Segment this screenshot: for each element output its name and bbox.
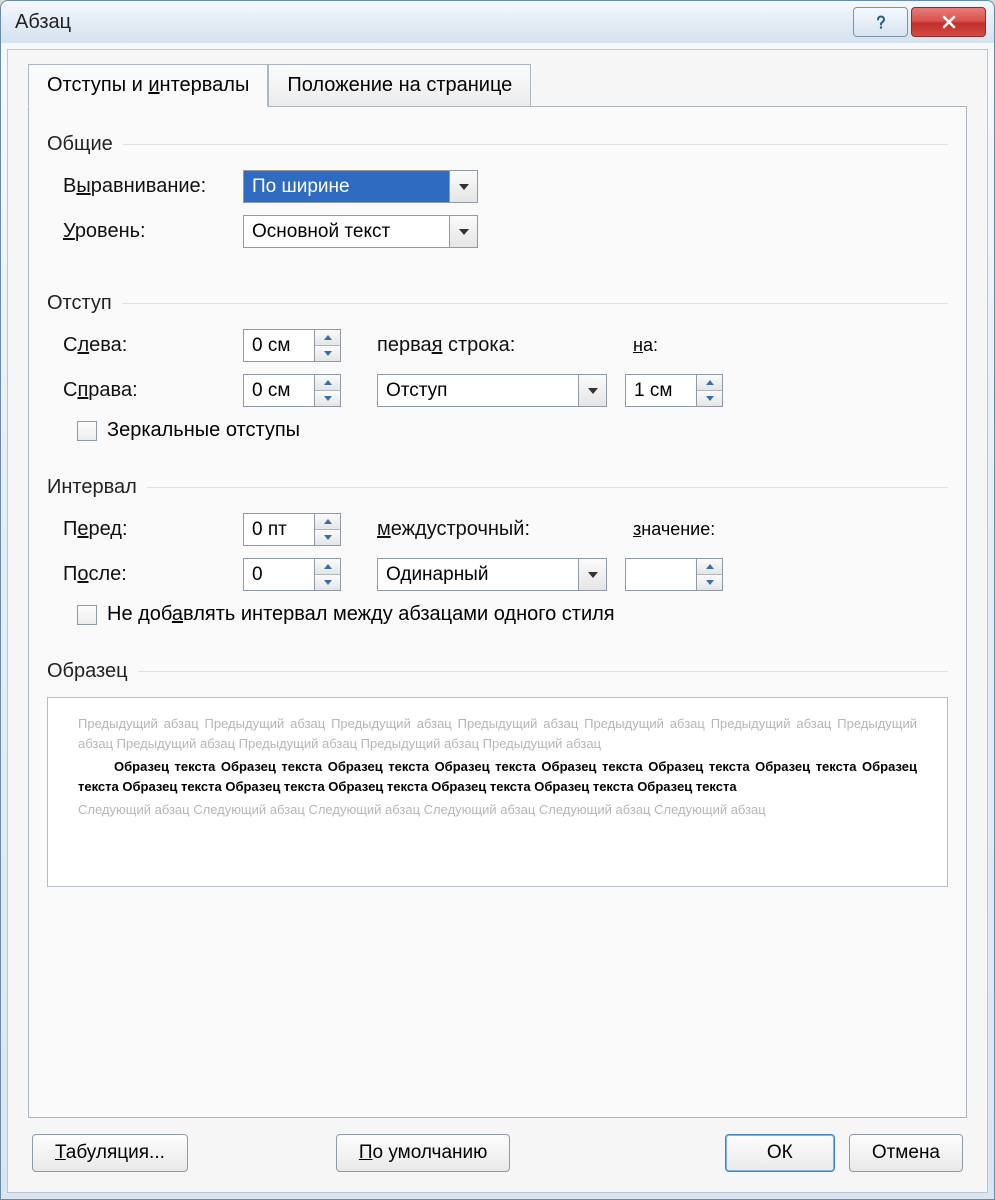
preview-prev-text: Предыдущий абзац Предыдущий абзац Предыд… <box>78 714 917 753</box>
tab-strip: Отступы и интервалы Положение на страниц… <box>28 64 967 107</box>
spin-up-icon[interactable] <box>697 559 722 575</box>
tab-page-position[interactable]: Положение на странице <box>268 64 531 107</box>
nosame-label: Не добавлять интервал между абзацами одн… <box>107 603 615 626</box>
spin-down-icon[interactable] <box>315 346 340 361</box>
alignment-label: Выравнивание: <box>63 175 243 198</box>
indent-right-spinner[interactable]: 0 см <box>243 374 341 407</box>
paragraph-dialog: Абзац Отступы и интервалы Положение на с… <box>0 0 995 1200</box>
section-general: Общие <box>47 133 948 156</box>
help-button[interactable] <box>853 7 908 37</box>
ok-button[interactable]: ОК <box>725 1134 835 1172</box>
cancel-button[interactable]: Отмена <box>849 1134 963 1172</box>
spin-up-icon[interactable] <box>697 375 722 391</box>
before-spinner[interactable]: 0 пт <box>243 513 341 546</box>
at-label: значение: <box>633 519 715 540</box>
indent-right-label: Справа: <box>63 379 243 402</box>
linespacing-at-spinner[interactable] <box>625 558 723 591</box>
after-spinner[interactable]: 0 <box>243 558 341 591</box>
level-label: Уровень: <box>63 220 243 243</box>
by-label: на: <box>633 335 658 356</box>
spin-down-icon[interactable] <box>315 530 340 545</box>
preview-area: Предыдущий абзац Предыдущий абзац Предыд… <box>47 697 948 887</box>
mirror-checkbox[interactable] <box>77 421 97 441</box>
mirror-label: Зеркальные отступы <box>107 419 300 442</box>
spin-down-icon[interactable] <box>315 575 340 590</box>
section-preview: Образец <box>47 660 948 683</box>
button-bar: Табуляция... По умолчанию ОК Отмена <box>28 1118 967 1178</box>
before-label: Перед: <box>63 518 243 541</box>
preview-next-text: Следующий абзац Следующий абзац Следующи… <box>78 800 917 820</box>
default-button[interactable]: По умолчанию <box>336 1134 511 1172</box>
spin-up-icon[interactable] <box>315 375 340 391</box>
chevron-down-icon <box>449 216 477 247</box>
firstline-by-spinner[interactable]: 1 см <box>625 374 723 407</box>
firstline-select[interactable]: Отступ <box>377 374 607 407</box>
linespacing-label: междустрочный: <box>377 518 597 541</box>
spin-down-icon[interactable] <box>315 391 340 406</box>
help-icon <box>873 14 889 30</box>
linespacing-select[interactable]: Одинарный <box>377 558 607 591</box>
spin-up-icon[interactable] <box>315 559 340 575</box>
spin-down-icon[interactable] <box>697 391 722 406</box>
indent-left-spinner[interactable]: 0 см <box>243 329 341 362</box>
firstline-label: первая строка: <box>377 334 597 357</box>
chevron-down-icon <box>578 375 606 406</box>
section-indent: Отступ <box>47 292 948 315</box>
chevron-down-icon <box>578 559 606 590</box>
alignment-select[interactable]: По ширине <box>243 170 478 203</box>
spin-down-icon[interactable] <box>697 575 722 590</box>
nosame-checkbox[interactable] <box>77 605 97 625</box>
spin-up-icon[interactable] <box>315 514 340 530</box>
window-title: Абзац <box>15 11 71 34</box>
indent-left-label: Слева: <box>63 334 243 357</box>
tab-indents-spacing[interactable]: Отступы и интервалы <box>28 64 268 107</box>
chevron-down-icon <box>449 171 477 202</box>
level-select[interactable]: Основной текст <box>243 215 478 248</box>
after-label: После: <box>63 563 243 586</box>
dialog-body: Отступы и интервалы Положение на страниц… <box>7 49 988 1193</box>
close-icon <box>941 14 957 30</box>
preview-sample-text: Образец текста Образец текста Образец те… <box>78 757 917 796</box>
spin-up-icon[interactable] <box>315 330 340 346</box>
close-button[interactable] <box>911 7 986 37</box>
tabs-button[interactable]: Табуляция... <box>32 1134 188 1172</box>
tab-panel: Общие Выравнивание: По ширине Уровень: О… <box>28 106 967 1118</box>
section-spacing: Интервал <box>47 476 948 499</box>
titlebar: Абзац <box>1 1 994 43</box>
